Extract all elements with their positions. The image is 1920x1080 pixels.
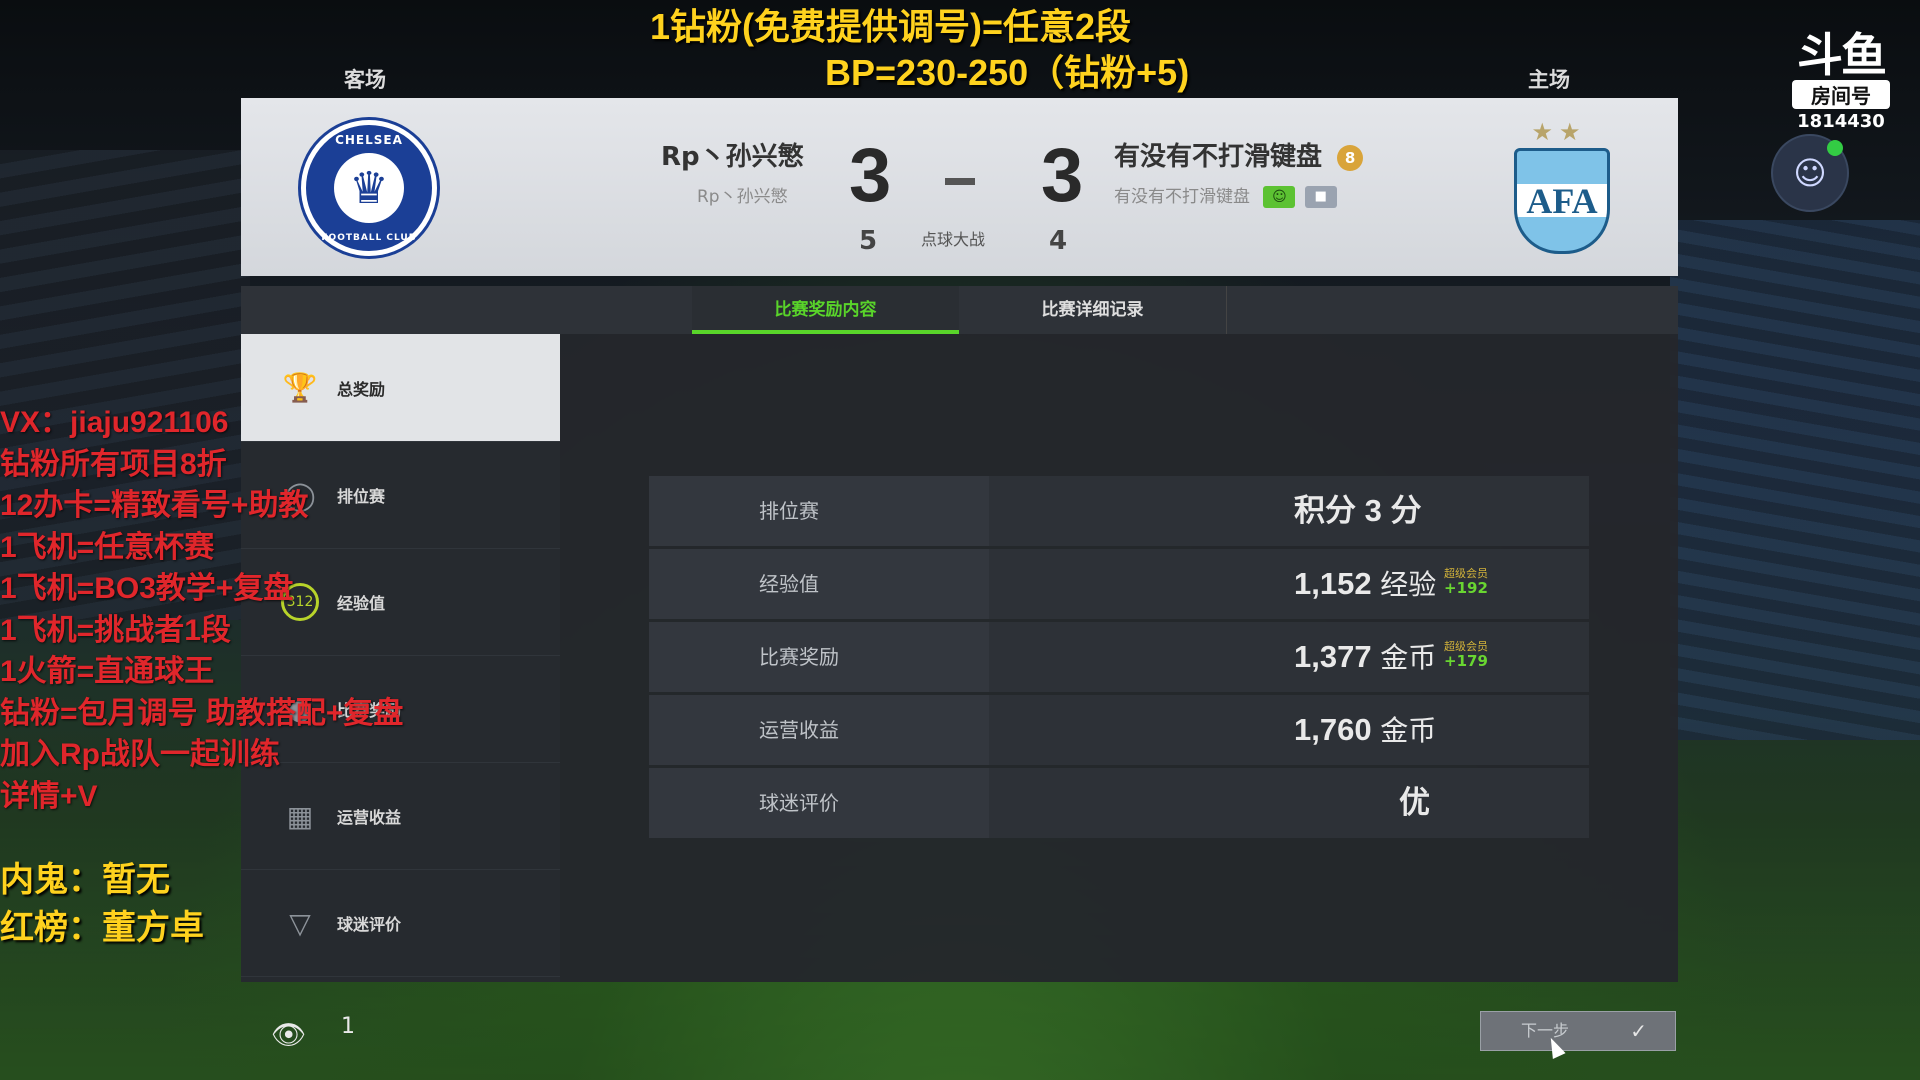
- reward-row-xp: 经验值 1,152 经验 超级会员 +192: [649, 549, 1589, 619]
- reward-value-wrap: 1,377 金币: [1294, 622, 1436, 693]
- bottom-bar: 👁 1 下一步 ✓: [241, 982, 1678, 1080]
- rewards-panel: 比赛奖励内容 比赛详细记录 🏆 总奖励 ◯ 排位赛 312 经验值 ● 比赛奖励…: [241, 286, 1678, 982]
- reward-unit: 经验: [1380, 568, 1437, 601]
- reward-name: 经验值: [649, 549, 989, 619]
- overlay-top-line1: 1钻粉(免费提供调号)=任意2段: [650, 6, 1132, 47]
- reward-row-ranked: 排位赛 积分 3 分: [649, 476, 1589, 546]
- overlay-left-line: VX：jiaju921106: [0, 406, 229, 439]
- check-icon: ✓: [1630, 1019, 1647, 1043]
- tab-details[interactable]: 比赛详细记录: [959, 286, 1227, 334]
- friend-badge-icon[interactable]: ☺: [1263, 186, 1296, 208]
- overlay-left-line: 内鬼：暂无: [0, 861, 170, 899]
- score-header: CHELSEA ♛ FOOTBALL CLUB Rp丶孙兴慜 Rp丶孙兴慜 3 …: [241, 98, 1678, 276]
- home-team-sub-text: 有没有不打滑键盘: [1114, 187, 1250, 207]
- stadium-stand-right: [1670, 220, 1920, 740]
- chelsea-crest: CHELSEA ♛ FOOTBALL CLUB: [301, 120, 437, 256]
- eye-icon[interactable]: 👁: [271, 1018, 307, 1051]
- user-chat-icon: ☺: [1793, 154, 1827, 192]
- tab-rewards[interactable]: 比赛奖励内容: [692, 286, 959, 334]
- home-team-sub: 有没有不打滑键盘 ☺ ■: [1114, 182, 1337, 208]
- reward-name: 排位赛: [649, 476, 989, 546]
- profile-badge-icon[interactable]: ■: [1304, 186, 1337, 208]
- douyu-logo: 斗鱼: [1797, 29, 1887, 81]
- rank-medal-icon: 8: [1337, 144, 1364, 171]
- reward-value-cell: 优: [989, 768, 1589, 838]
- reward-value-wrap: 1,760 金币: [1294, 695, 1436, 766]
- away-team-sub: Rp丶孙兴慜: [697, 187, 788, 207]
- trophy-icon: 🏆: [282, 371, 318, 404]
- streamer-avatar[interactable]: ☺: [1771, 134, 1849, 212]
- room-label: 房间号: [1792, 80, 1890, 109]
- stream-overlay-left-bottom: 内鬼：暂无 红榜：董方卓: [0, 856, 204, 952]
- score-dash: [945, 178, 975, 185]
- home-score: 3: [1041, 133, 1084, 218]
- away-score: 3: [849, 133, 892, 218]
- overlay-left-line: 加入Rp战队一起训练: [0, 738, 280, 771]
- tab-bar: 比赛奖励内容 比赛详细记录: [241, 286, 1678, 334]
- reward-name: 球迷评价: [649, 768, 989, 838]
- vip-bonus-value: +179: [1444, 652, 1488, 670]
- douyu-watermark: 斗鱼 房间号 1814430 ☺: [1771, 29, 1896, 212]
- overlay-left-line: 1飞机=BO3教学+复盘: [0, 572, 294, 605]
- overlay-left-line: 12办卡=精致看号+助教: [0, 489, 309, 522]
- reward-value-wrap: 1,152 经验: [1294, 549, 1436, 620]
- reward-value-cell: 积分 3 分: [989, 476, 1589, 546]
- overlay-left-line: 1飞机=任意杯赛: [0, 530, 215, 564]
- reward-row-match: 比赛奖励 1,377 金币 超级会员 +179: [649, 622, 1589, 692]
- sidebar-item-label: 球迷评价: [337, 915, 402, 934]
- stream-overlay-left: VX：jiaju921106 钻粉所有项目8折 12办卡=精致看号+助教 1飞机…: [0, 402, 403, 817]
- away-label: 客场: [344, 68, 386, 92]
- away-team-name: Rp丶孙兴慜: [661, 142, 804, 172]
- home-team-name-text: 有没有不打滑键盘: [1114, 142, 1323, 172]
- sidebar-item-fan-rating[interactable]: ▽ 球迷评价: [241, 870, 560, 977]
- reward-unit: 金币: [1380, 714, 1437, 747]
- reward-unit: 金币: [1380, 641, 1437, 674]
- overlay-top-line2: BP=230-250（钻粉+5): [825, 52, 1190, 93]
- overlay-left-line: 1飞机=挑战者1段: [0, 613, 231, 647]
- reward-value-cell: 1,760 金币: [989, 695, 1589, 765]
- next-button[interactable]: 下一步 ✓: [1480, 1011, 1676, 1051]
- reward-name: 运营收益: [649, 695, 989, 765]
- reward-value: 积分 3 分: [1294, 493, 1422, 528]
- crest-top-text: CHELSEA: [335, 133, 403, 147]
- crest-bottom-text: FOOTBALL CLUB: [321, 233, 417, 243]
- reward-row-revenue: 运营收益 1,760 金币: [649, 695, 1589, 765]
- online-dot: [1827, 140, 1843, 156]
- reward-table: 排位赛 积分 3 分 经验值 1,152 经验 超级会员 +192 比赛奖励 1…: [649, 476, 1589, 841]
- reward-value: 1,377: [1294, 639, 1372, 674]
- vip-bonus: 超级会员 +192: [1444, 567, 1488, 597]
- home-label: 主场: [1528, 68, 1570, 92]
- reward-row-fan-rating: 球迷评价 优: [649, 768, 1589, 838]
- fan-icon: ▽: [289, 906, 311, 940]
- reward-value-cell: 1,152 经验 超级会员 +192: [989, 549, 1589, 619]
- sidebar-item-label: 总奖励: [337, 379, 386, 399]
- away-pk-score: 5: [859, 226, 878, 256]
- reward-value-cell: 1,377 金币 超级会员 +179: [989, 622, 1589, 692]
- stars-icon: ★★: [1531, 118, 1587, 146]
- overlay-left-line: 详情+V: [0, 779, 98, 813]
- overlay-left-line: 红榜：董方卓: [0, 909, 204, 947]
- afa-crest: ★★ AFA: [1514, 118, 1610, 254]
- overlay-left-line: 钻粉=包月调号 助教搭配+复盘: [0, 696, 404, 730]
- home-team-name: 有没有不打滑键盘 8: [1114, 136, 1364, 173]
- vip-bonus: 超级会员 +179: [1444, 640, 1488, 670]
- vip-bonus-value: +192: [1444, 579, 1488, 597]
- reward-value: 1,760: [1294, 712, 1372, 747]
- overlay-left-line: 钻粉所有项目8折: [0, 447, 227, 481]
- home-pk-score: 4: [1049, 226, 1068, 256]
- next-button-label: 下一步: [1521, 1021, 1570, 1040]
- reward-value: 优: [1399, 785, 1430, 820]
- lion-icon: ♛: [334, 153, 404, 223]
- viewer-count: 1: [341, 1014, 355, 1039]
- pk-label: 点球大战: [921, 230, 986, 249]
- overlay-left-line: 1火箭=直通球王: [0, 655, 215, 688]
- reward-value: 1,152: [1294, 566, 1372, 601]
- afa-shield: AFA: [1514, 148, 1610, 254]
- stream-overlay-top: 1钻粉(免费提供调号)=任意2段 BP=230-250（钻粉+5): [650, 4, 1350, 96]
- reward-name: 比赛奖励: [649, 622, 989, 692]
- room-number: 1814430: [1797, 111, 1885, 132]
